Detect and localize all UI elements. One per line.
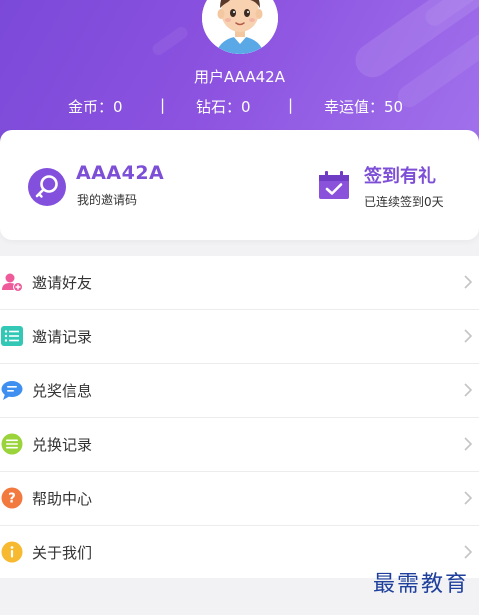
menu-item-label: 帮助中心 [32, 490, 93, 508]
menu-item-label: 关于我们 [32, 544, 93, 562]
svg-text:?: ? [8, 492, 16, 507]
watermark: 最需教育 [372, 572, 469, 597]
calendar-check-icon[interactable] [317, 170, 351, 200]
stats-separator: | [160, 96, 166, 114]
menu-item-invite-friends[interactable]: 邀请好友 [0, 256, 479, 310]
help-icon: ? [1, 487, 23, 509]
menu-item-label: 兑奖信息 [32, 382, 93, 400]
chat-bubble-icon [1, 379, 23, 401]
menu-item-label: 邀请好友 [32, 274, 93, 292]
avatar-boy-icon [202, 0, 278, 54]
profile-header: 用户AAA42A 金币：0 | 钻石：0 | 幸运值：50 [0, 0, 479, 150]
invite-code-label: 我的邀请码 [77, 193, 138, 207]
diamonds-stat[interactable]: 钻石：0 [196, 96, 251, 117]
checkin-title[interactable]: 签到有礼 [364, 162, 436, 188]
list-icon [1, 325, 23, 347]
header-decoration [150, 24, 190, 58]
menu-item-invite-records[interactable]: 邀请记录 [0, 310, 479, 364]
chevron-right-icon [463, 544, 473, 560]
add-user-icon [1, 271, 23, 293]
menu-item-help-center[interactable]: ? 帮助中心 [0, 472, 479, 526]
invite-code[interactable]: AAA42A [76, 162, 164, 184]
key-icon[interactable] [28, 168, 66, 206]
luck-stat[interactable]: 幸运值：50 [324, 96, 403, 117]
chevron-right-icon [463, 490, 473, 506]
menu-item-label: 邀请记录 [32, 328, 93, 346]
info-icon [1, 541, 23, 563]
menu-list: 邀请好友 邀请记录 兑奖信息 兑换记录 ? 帮助中心 关于我们 [0, 256, 479, 578]
chevron-right-icon [463, 436, 473, 452]
menu-item-exchange-records[interactable]: 兑换记录 [0, 418, 479, 472]
chevron-right-icon [463, 382, 473, 398]
stats-row: 金币：0 | 钻石：0 | 幸运值：50 [0, 96, 479, 116]
username: 用户AAA42A [194, 68, 285, 86]
chevron-right-icon [463, 328, 473, 344]
stats-separator: | [288, 96, 294, 114]
coins-stat[interactable]: 金币：0 [68, 96, 123, 117]
menu-item-label: 兑换记录 [32, 436, 93, 454]
checkin-streak: 已连续签到0天 [364, 195, 444, 209]
menu-item-prize-info[interactable]: 兑奖信息 [0, 364, 479, 418]
invite-checkin-card: AAA42A 我的邀请码 签到有礼 已连续签到0天 [0, 130, 479, 240]
list-circle-icon [1, 433, 23, 455]
avatar[interactable] [202, 0, 278, 54]
chevron-right-icon [463, 274, 473, 290]
